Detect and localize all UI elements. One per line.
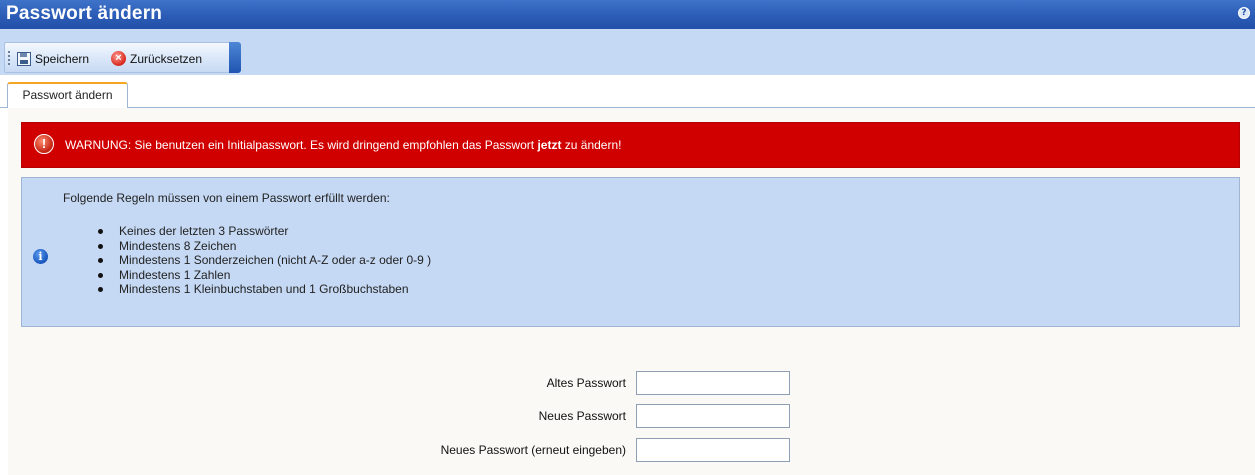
- window-title: Passwort ändern: [6, 3, 163, 24]
- toolbar-area: Speichern × Zurücksetzen: [0, 29, 1255, 75]
- warning-icon: !: [34, 134, 54, 154]
- new-password-row: Neues Passwort: [0, 404, 790, 428]
- warning-banner: ! WARNUNG: Sie benutzen ein Initialpassw…: [21, 122, 1240, 168]
- rule-item: Mindestens 1 Kleinbuchstaben und 1 Großb…: [98, 282, 431, 297]
- toolbar-grip-icon[interactable]: [8, 51, 10, 66]
- old-password-field[interactable]: [636, 371, 790, 395]
- confirm-password-field[interactable]: [636, 438, 790, 462]
- tab-passwort-aendern[interactable]: Passwort ändern: [7, 82, 128, 108]
- toolbar: Speichern × Zurücksetzen: [4, 42, 241, 73]
- warning-text: WARNUNG: Sie benutzen ein Initialpasswor…: [65, 138, 622, 152]
- floppy-disk-icon: [17, 51, 31, 66]
- old-password-row: Altes Passwort: [0, 371, 790, 395]
- save-button-label: Speichern: [35, 51, 90, 66]
- new-password-label: Neues Passwort: [538, 409, 626, 423]
- rule-item: Keines der letzten 3 Passwörter: [98, 224, 431, 239]
- rule-item: Mindestens 1 Zahlen: [98, 268, 431, 283]
- rule-item: Mindestens 8 Zeichen: [98, 239, 431, 254]
- warning-emphasis: jetzt: [537, 138, 562, 152]
- password-rules-panel: i Folgende Regeln müssen von einem Passw…: [21, 177, 1240, 327]
- new-password-field[interactable]: [636, 404, 790, 428]
- help-icon[interactable]: ?: [1238, 7, 1250, 19]
- reset-button[interactable]: × Zurücksetzen: [111, 49, 202, 68]
- rules-heading: Folgende Regeln müssen von einem Passwor…: [63, 191, 390, 205]
- reset-button-label: Zurücksetzen: [130, 51, 203, 66]
- rule-item: Mindestens 1 Sonderzeichen (nicht A-Z od…: [98, 253, 431, 268]
- confirm-password-row: Neues Passwort (erneut eingeben): [0, 438, 790, 462]
- confirm-password-label: Neues Passwort (erneut eingeben): [440, 443, 626, 457]
- tab-label: Passwort ändern: [22, 88, 113, 102]
- toolbar-endcap: [229, 42, 241, 73]
- save-button[interactable]: Speichern: [17, 49, 89, 68]
- old-password-label: Altes Passwort: [546, 376, 626, 390]
- cancel-icon: ×: [111, 51, 126, 66]
- title-bar: Passwort ändern ?: [0, 0, 1255, 29]
- rules-list: Keines der letzten 3 Passwörter Mindeste…: [98, 224, 431, 297]
- info-icon: i: [33, 249, 48, 264]
